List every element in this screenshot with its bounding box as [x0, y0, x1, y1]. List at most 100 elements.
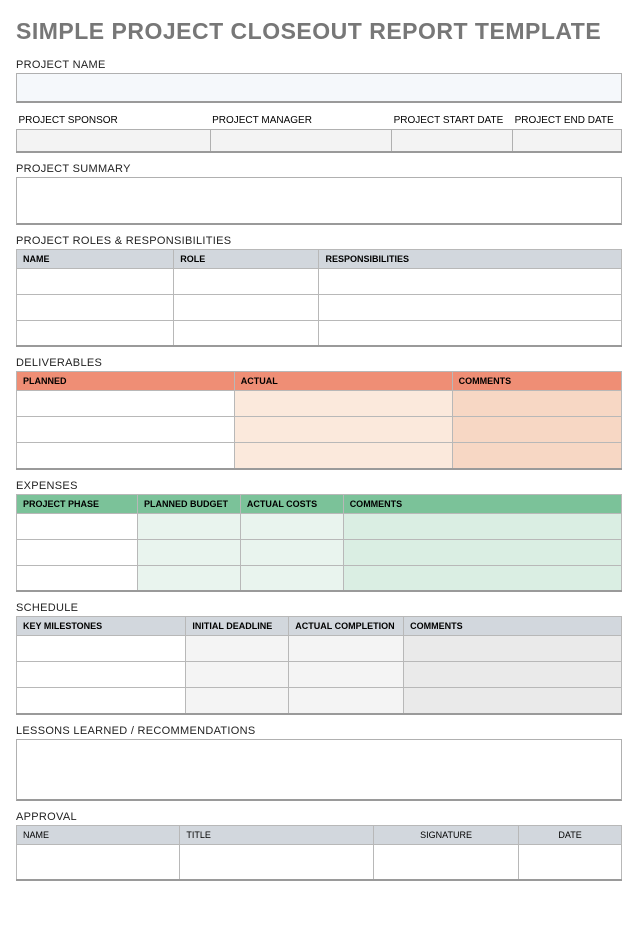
project-sponsor-input[interactable]	[17, 130, 211, 152]
schedule-header-milestones: KEY MILESTONES	[17, 617, 186, 636]
label-deliverables: DELIVERABLES	[16, 357, 622, 369]
project-summary-input[interactable]	[16, 177, 622, 225]
expenses-header-comments: COMMENTS	[343, 494, 621, 513]
approval-header-date: DATE	[519, 825, 622, 844]
roles-header-responsibilities: RESPONSIBILITIES	[319, 249, 622, 268]
deliverables-header-planned: PLANNED	[17, 372, 235, 391]
expenses-cell[interactable]	[138, 565, 241, 591]
project-meta-table: PROJECT SPONSOR PROJECT MANAGER PROJECT …	[16, 111, 622, 153]
table-row	[17, 513, 622, 539]
roles-cell[interactable]	[319, 320, 622, 346]
table-row	[17, 565, 622, 591]
expenses-cell[interactable]	[240, 565, 343, 591]
expenses-header-actual: ACTUAL COSTS	[240, 494, 343, 513]
label-project-end-date: PROJECT END DATE	[513, 111, 622, 130]
roles-cell[interactable]	[17, 294, 174, 320]
label-approval: APPROVAL	[16, 811, 622, 823]
page-title: SIMPLE PROJECT CLOSEOUT REPORT TEMPLATE	[16, 18, 622, 45]
label-project-name: PROJECT NAME	[16, 59, 622, 71]
project-start-date-input[interactable]	[392, 130, 513, 152]
roles-header-name: NAME	[17, 249, 174, 268]
roles-cell[interactable]	[17, 268, 174, 294]
table-row	[17, 539, 622, 565]
deliverables-cell[interactable]	[17, 443, 235, 469]
roles-table: NAME ROLE RESPONSIBILITIES	[16, 249, 622, 348]
table-row	[17, 294, 622, 320]
label-schedule: SCHEDULE	[16, 602, 622, 614]
expenses-cell[interactable]	[240, 539, 343, 565]
expenses-cell[interactable]	[240, 513, 343, 539]
deliverables-table: PLANNED ACTUAL COMMENTS	[16, 371, 622, 470]
approval-header-signature: SIGNATURE	[373, 825, 518, 844]
project-manager-input[interactable]	[210, 130, 392, 152]
expenses-cell[interactable]	[17, 539, 138, 565]
deliverables-cell[interactable]	[452, 443, 621, 469]
roles-cell[interactable]	[174, 268, 319, 294]
expenses-cell[interactable]	[17, 513, 138, 539]
label-project-sponsor: PROJECT SPONSOR	[17, 111, 211, 130]
approval-header-title: TITLE	[180, 825, 374, 844]
approval-cell[interactable]	[373, 844, 518, 880]
schedule-table: KEY MILESTONES INITIAL DEADLINE ACTUAL C…	[16, 616, 622, 715]
deliverables-cell[interactable]	[452, 417, 621, 443]
schedule-cell[interactable]	[17, 662, 186, 688]
schedule-cell[interactable]	[17, 688, 186, 714]
approval-cell[interactable]	[17, 844, 180, 880]
table-row	[17, 391, 622, 417]
expenses-table: PROJECT PHASE PLANNED BUDGET ACTUAL COST…	[16, 494, 622, 593]
table-row	[17, 268, 622, 294]
expenses-cell[interactable]	[343, 539, 621, 565]
schedule-cell[interactable]	[404, 636, 622, 662]
approval-cell[interactable]	[180, 844, 374, 880]
expenses-cell[interactable]	[17, 565, 138, 591]
expenses-cell[interactable]	[138, 539, 241, 565]
lessons-input[interactable]	[16, 739, 622, 801]
label-expenses: EXPENSES	[16, 480, 622, 492]
table-row	[17, 443, 622, 469]
deliverables-cell[interactable]	[234, 417, 452, 443]
schedule-cell[interactable]	[404, 688, 622, 714]
expenses-cell[interactable]	[138, 513, 241, 539]
expenses-cell[interactable]	[343, 565, 621, 591]
label-project-manager: PROJECT MANAGER	[210, 111, 392, 130]
schedule-cell[interactable]	[289, 636, 404, 662]
approval-table: NAME TITLE SIGNATURE DATE	[16, 825, 622, 882]
deliverables-cell[interactable]	[452, 391, 621, 417]
roles-cell[interactable]	[17, 320, 174, 346]
expenses-cell[interactable]	[343, 513, 621, 539]
schedule-cell[interactable]	[404, 662, 622, 688]
schedule-cell[interactable]	[186, 688, 289, 714]
roles-cell[interactable]	[174, 294, 319, 320]
expenses-header-phase: PROJECT PHASE	[17, 494, 138, 513]
approval-cell[interactable]	[519, 844, 622, 880]
project-end-date-input[interactable]	[513, 130, 622, 152]
expenses-header-planned: PLANNED BUDGET	[138, 494, 241, 513]
approval-header-name: NAME	[17, 825, 180, 844]
roles-cell[interactable]	[319, 268, 622, 294]
label-project-summary: PROJECT SUMMARY	[16, 163, 622, 175]
roles-cell[interactable]	[174, 320, 319, 346]
deliverables-cell[interactable]	[234, 391, 452, 417]
label-lessons: LESSONS LEARNED / RECOMMENDATIONS	[16, 725, 622, 737]
project-name-input[interactable]	[16, 73, 622, 103]
deliverables-cell[interactable]	[17, 391, 235, 417]
deliverables-cell[interactable]	[234, 443, 452, 469]
label-project-start-date: PROJECT START DATE	[392, 111, 513, 130]
table-row	[17, 662, 622, 688]
schedule-cell[interactable]	[289, 688, 404, 714]
schedule-cell[interactable]	[186, 636, 289, 662]
table-row	[17, 417, 622, 443]
schedule-cell[interactable]	[289, 662, 404, 688]
schedule-cell[interactable]	[17, 636, 186, 662]
table-row	[17, 844, 622, 880]
schedule-header-actual: ACTUAL COMPLETION	[289, 617, 404, 636]
deliverables-header-actual: ACTUAL	[234, 372, 452, 391]
roles-header-role: ROLE	[174, 249, 319, 268]
table-row	[17, 688, 622, 714]
schedule-header-initial: INITIAL DEADLINE	[186, 617, 289, 636]
schedule-header-comments: COMMENTS	[404, 617, 622, 636]
deliverables-header-comments: COMMENTS	[452, 372, 621, 391]
deliverables-cell[interactable]	[17, 417, 235, 443]
roles-cell[interactable]	[319, 294, 622, 320]
schedule-cell[interactable]	[186, 662, 289, 688]
